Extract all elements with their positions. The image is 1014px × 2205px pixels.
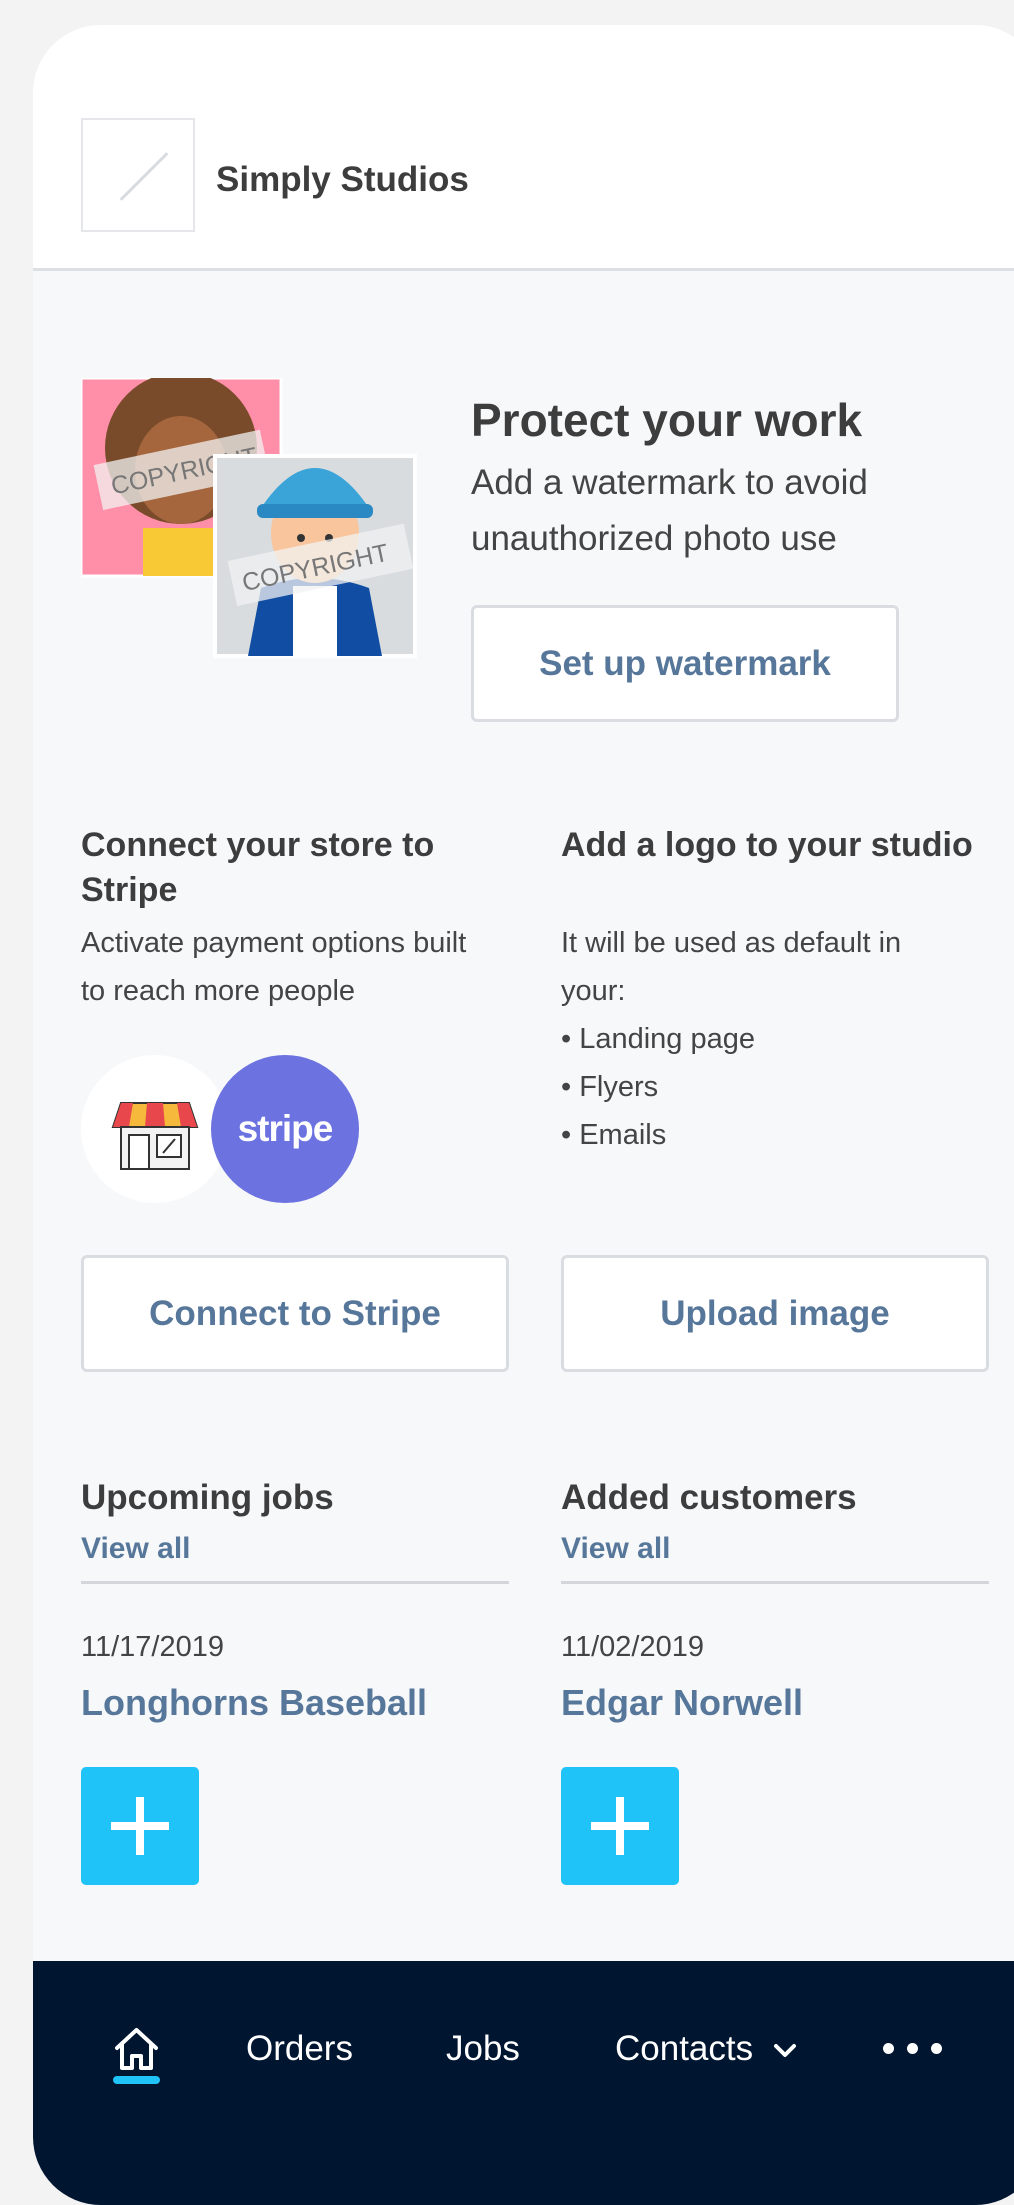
watermark-title: Protect your work [471, 394, 863, 446]
logo-card-text: It will be used as default in your: • La… [561, 919, 971, 1159]
divider [561, 1581, 989, 1584]
customer-name-link[interactable]: Edgar Norwell [561, 1682, 803, 1724]
studio-logo-placeholder[interactable] [81, 118, 195, 232]
chevron-down-icon [773, 2043, 796, 2057]
customer-date: 11/02/2019 [561, 1631, 704, 1663]
logo-card-description: It will be used as default in your: [561, 927, 902, 1007]
nav-contacts-label: Contacts [615, 2029, 754, 2068]
nav-jobs[interactable]: Jobs [446, 2029, 520, 2069]
studio-name: Simply Studios [216, 160, 469, 199]
add-customer-button[interactable] [561, 1767, 679, 1885]
active-tab-indicator [113, 2076, 160, 2084]
job-name-link[interactable]: Longhorns Baseball [81, 1682, 427, 1724]
set-up-watermark-button[interactable]: Set up watermark [471, 605, 899, 722]
watermark-illustration: COPYRIGHT COPYRIGHT [81, 378, 417, 658]
logo-card-title: Add a logo to your studio [561, 826, 973, 864]
upcoming-jobs-view-all-link[interactable]: View all [81, 1532, 191, 1566]
upcoming-jobs-title: Upcoming jobs [81, 1478, 334, 1517]
add-job-button[interactable] [81, 1767, 199, 1885]
watermark-description: Add a watermark to avoid unauthorized ph… [471, 463, 868, 558]
bullet-flyers: • Flyers [561, 1071, 659, 1103]
job-date: 11/17/2019 [81, 1631, 224, 1663]
stripe-card-description: Activate payment options built to reach … [81, 927, 467, 1007]
bullet-emails: • Emails [561, 1119, 667, 1151]
divider [81, 1581, 509, 1584]
bottom-nav: Orders Jobs Contacts [33, 1961, 1014, 2205]
stripe-logo: stripe [211, 1055, 359, 1203]
upload-image-button[interactable]: Upload image [561, 1255, 989, 1372]
stripe-card-title: Connect your store to Stripe [81, 826, 435, 909]
added-customers-title: Added customers [561, 1478, 857, 1517]
added-customers-view-all-link[interactable]: View all [561, 1532, 671, 1566]
empty-image-icon [119, 152, 169, 201]
home-icon[interactable] [113, 2026, 160, 2070]
app-screen: Simply Studios COPYRIGHT COPYRIGHT Prote… [33, 25, 1014, 2205]
store-badge [81, 1055, 229, 1203]
store-icon [111, 1102, 199, 1170]
app-header: Simply Studios [33, 25, 1014, 271]
bullet-landing-page: • Landing page [561, 1023, 755, 1055]
nav-orders[interactable]: Orders [246, 2029, 353, 2069]
nav-contacts[interactable]: Contacts [615, 2029, 797, 2069]
more-icon[interactable] [883, 2039, 953, 2059]
connect-to-stripe-button[interactable]: Connect to Stripe [81, 1255, 509, 1372]
